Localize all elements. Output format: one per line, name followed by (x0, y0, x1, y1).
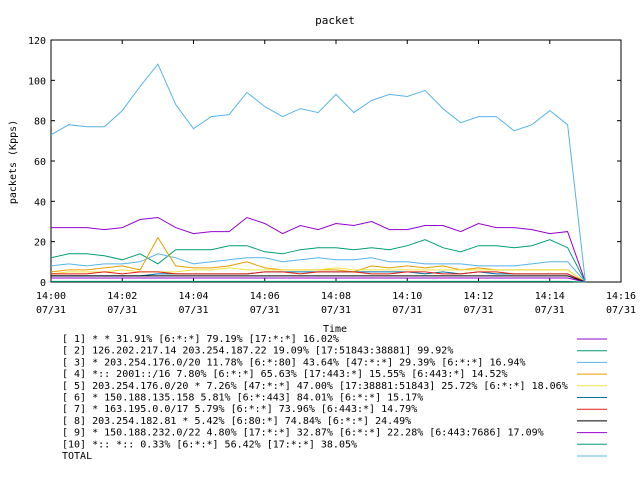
x-tick-label-time: 14:02 (107, 291, 137, 302)
legend-entry-label: [ 4] *:: 2001::/16 7.80% [6:*:*] 65.63% … (62, 369, 508, 380)
x-tick-label-time: 14:00 (36, 291, 66, 302)
legend-entry-label: [ 5] 203.254.176.0/20 * 7.26% [47:*:*] 4… (62, 381, 568, 392)
y-tick-label: 0 (40, 278, 46, 289)
y-axis-label: packets (Kpps) (8, 120, 19, 204)
legend-entry-label: [ 6] * 150.188.135.158 5.81% [6:*:443] 8… (62, 393, 423, 404)
legend-entry-label: [ 3] * 203.254.176.0/20 11.78% [6:*:80] … (62, 357, 526, 368)
legend-entry-label: [ 8] 203.254.182.81 * 5.42% [6:80:*] 74.… (62, 416, 411, 427)
x-tick-label-date: 07/31 (250, 305, 280, 316)
series-line-4 (50, 236, 586, 283)
y-tick-label: 20 (34, 238, 46, 249)
y-tick-label: 120 (28, 36, 46, 47)
x-tick-label-date: 07/31 (107, 305, 137, 316)
legend-entry-label: [ 1] * * 31.91% [6:*:*] 79.19% [17:*:*] … (62, 334, 339, 345)
x-tick-label-time: 14:14 (535, 291, 565, 302)
x-tick-label-date: 07/31 (606, 305, 636, 316)
legend-entry-label: [ 7] * 163.195.0.0/17 5.79% [6:*:*] 73.9… (62, 404, 417, 415)
x-tick-label-date: 07/31 (463, 305, 493, 316)
x-tick-label-date: 07/31 (392, 305, 422, 316)
x-tick-label-date: 07/31 (36, 305, 66, 316)
x-tick-label-time: 14:16 (606, 291, 636, 302)
legend-entry-label: [ 9] * 150.188.232.0/22 4.80% [17:*:*] 3… (62, 428, 544, 439)
legend-entry-label: TOTAL (62, 451, 92, 462)
x-tick-label-date: 07/31 (535, 305, 565, 316)
x-tick-label-date: 07/31 (321, 305, 351, 316)
x-tick-label-time: 14:10 (392, 291, 422, 302)
legend-entry-label: [10] *:: *:: 0.33% [6:*:*] 56.42% [17:*:… (62, 439, 357, 450)
x-tick-label-time: 14:12 (463, 291, 493, 302)
chart-title: packet (315, 14, 355, 27)
y-tick-label: 60 (34, 157, 46, 168)
x-tick-label-time: 14:08 (321, 291, 351, 302)
series-line-6 (51, 271, 586, 283)
legend-entry-label: [ 2] 126.202.217.14 203.254.187.22 19.09… (62, 346, 453, 357)
y-tick-label: 80 (34, 117, 46, 128)
y-tick-label: 100 (28, 76, 46, 87)
x-tick-label-date: 07/31 (178, 305, 208, 316)
y-tick-label: 40 (34, 197, 46, 208)
series-line-5 (50, 267, 586, 283)
plot-frame (50, 39, 622, 283)
series-line-11 (50, 63, 586, 283)
x-tick-label-time: 14:06 (250, 291, 280, 302)
x-tick-label-time: 14:04 (178, 291, 208, 302)
packet-chart: packet packets (Kpps) Time 0204060801001… (8, 14, 636, 462)
